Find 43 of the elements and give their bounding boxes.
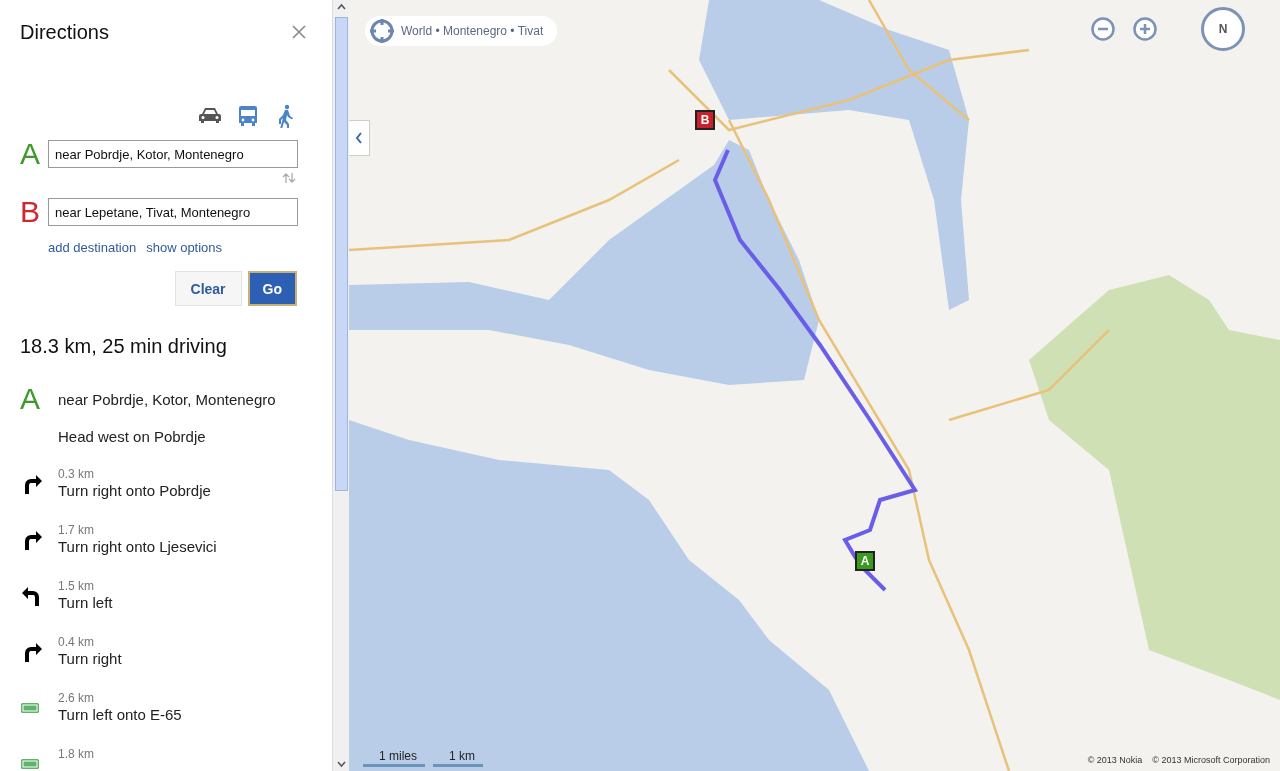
step-distance: 1.5 km bbox=[58, 579, 95, 593]
map-marker[interactable]: B bbox=[695, 110, 715, 130]
copyright-text: © 2013 Nokia bbox=[1087, 755, 1143, 765]
step-distance: 0.4 km bbox=[58, 635, 95, 649]
zoom-out-icon[interactable] bbox=[1091, 17, 1115, 41]
go-button[interactable]: Go bbox=[247, 271, 297, 306]
location-field[interactable]: near Pobrdje, Kotor, Montenegro bbox=[48, 140, 298, 168]
step-distance: 1.7 km bbox=[58, 523, 95, 537]
step-instruction: Turn right bbox=[58, 649, 122, 669]
zoom-in-icon[interactable] bbox=[1133, 17, 1157, 41]
step-distance: 1.8 km bbox=[58, 747, 94, 761]
step-instruction: Turn right onto Ljesevici bbox=[58, 537, 217, 557]
breadcrumb[interactable]: World • Montenegro • Tivat bbox=[401, 24, 544, 38]
start-letter: A bbox=[20, 384, 41, 414]
start-location: near Pobrdje, Kotor, Montenegro bbox=[58, 390, 277, 408]
copyright-text: © 2013 Microsoft Corporation bbox=[1152, 755, 1270, 765]
scale-bar: 1 km bbox=[433, 749, 484, 767]
scale-bar: 1 miles bbox=[363, 749, 425, 767]
close-icon[interactable] bbox=[292, 25, 306, 39]
scrollbar-thumb[interactable] bbox=[334, 17, 348, 491]
step-instruction: Head west on Pobrdje bbox=[58, 428, 207, 445]
waypoint-letter: A bbox=[20, 140, 41, 168]
link[interactable]: show options bbox=[146, 240, 223, 255]
chevron-left-icon bbox=[355, 132, 363, 144]
scrollbar[interactable] bbox=[332, 0, 349, 771]
step-distance: 2.6 km bbox=[58, 691, 95, 705]
location-field[interactable]: near Lepetane, Tivat, Montenegro bbox=[48, 198, 298, 226]
compass-label: N bbox=[1218, 22, 1228, 36]
bus-icon[interactable] bbox=[236, 104, 260, 128]
locate-icon[interactable] bbox=[369, 18, 395, 44]
link[interactable]: add destination bbox=[48, 240, 137, 255]
step-instruction: Turn left bbox=[58, 593, 113, 613]
panel-title: Directions bbox=[20, 20, 109, 44]
route-summary: 18.3 km, 25 min driving bbox=[20, 335, 228, 358]
compass-control[interactable]: N bbox=[1201, 7, 1245, 51]
swap-icon[interactable] bbox=[282, 172, 296, 184]
map-marker[interactable]: A bbox=[855, 551, 875, 571]
collapse-button[interactable] bbox=[349, 120, 370, 156]
step-instruction: Turn left onto E-65 bbox=[58, 705, 182, 725]
step-distance: 0.3 km bbox=[58, 467, 95, 481]
step-instruction: Turn right onto Pobrdje bbox=[58, 481, 211, 501]
clear-button[interactable]: Clear bbox=[174, 271, 242, 306]
waypoint-letter: B bbox=[20, 198, 41, 226]
